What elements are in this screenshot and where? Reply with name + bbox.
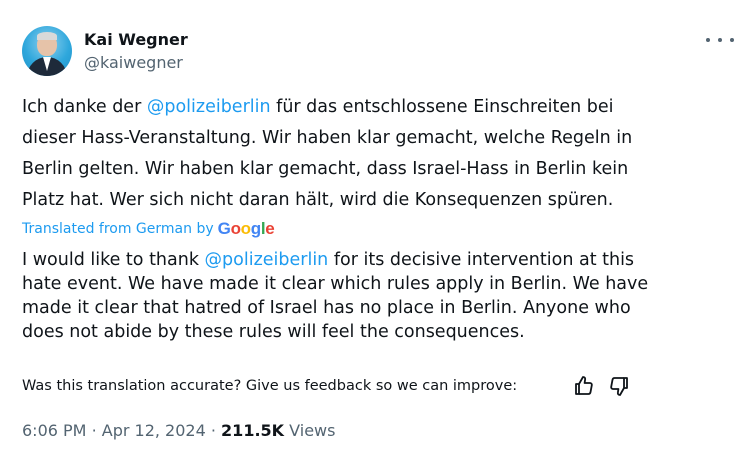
translated-text: for its decisive intervention at this — [328, 250, 635, 270]
more-dot — [730, 38, 734, 42]
original-line-4: Platz hat. Wer sich nicht daran hält, wi… — [22, 190, 614, 210]
more-options-icon[interactable] — [706, 30, 734, 50]
views-label: Views — [289, 421, 336, 440]
translation-label: Translated from German by — [22, 221, 214, 237]
original-text: für das entschlossene Einschreiten bei — [270, 97, 614, 117]
thumbs-down-icon[interactable] — [607, 374, 631, 398]
avatar-hair — [37, 32, 57, 40]
more-dot — [706, 38, 710, 42]
tweet-time[interactable]: 6:06 PM — [22, 421, 86, 440]
original-line-3: Berlin gelten. Wir haben klar gemacht, d… — [22, 159, 629, 179]
translated-line-4: does not abide by these rules will feel … — [22, 322, 525, 342]
author-handle[interactable]: @kaiwegner — [84, 53, 183, 73]
meta-separator: · — [91, 421, 97, 440]
original-line-1: Ich danke der @polizeiberlin für das ent… — [22, 92, 726, 123]
thumbs-up-icon[interactable] — [572, 374, 596, 398]
author-name[interactable]: Kai Wegner — [84, 30, 188, 50]
tweet-meta: 6:06 PM · Apr 12, 2024 · 211.5K Views — [22, 421, 335, 441]
translated-text: I would like to thank — [22, 250, 205, 270]
translation-attribution[interactable]: Translated from German by Google — [22, 219, 275, 239]
mention-link[interactable]: @polizeiberlin — [205, 250, 329, 270]
original-line-2: dieser Hass-Veranstaltung. Wir haben kla… — [22, 128, 633, 148]
views-count: 211.5K — [221, 421, 285, 440]
translation-feedback-prompt: Was this translation accurate? Give us f… — [22, 378, 518, 394]
meta-separator: · — [210, 421, 216, 440]
google-logo: Google — [217, 219, 275, 238]
mention-link[interactable]: @polizeiberlin — [147, 97, 271, 117]
author-avatar[interactable] — [22, 26, 72, 76]
tweet-date[interactable]: Apr 12, 2024 — [102, 421, 206, 440]
more-dot — [718, 38, 722, 42]
original-text: Ich danke der — [22, 97, 147, 117]
